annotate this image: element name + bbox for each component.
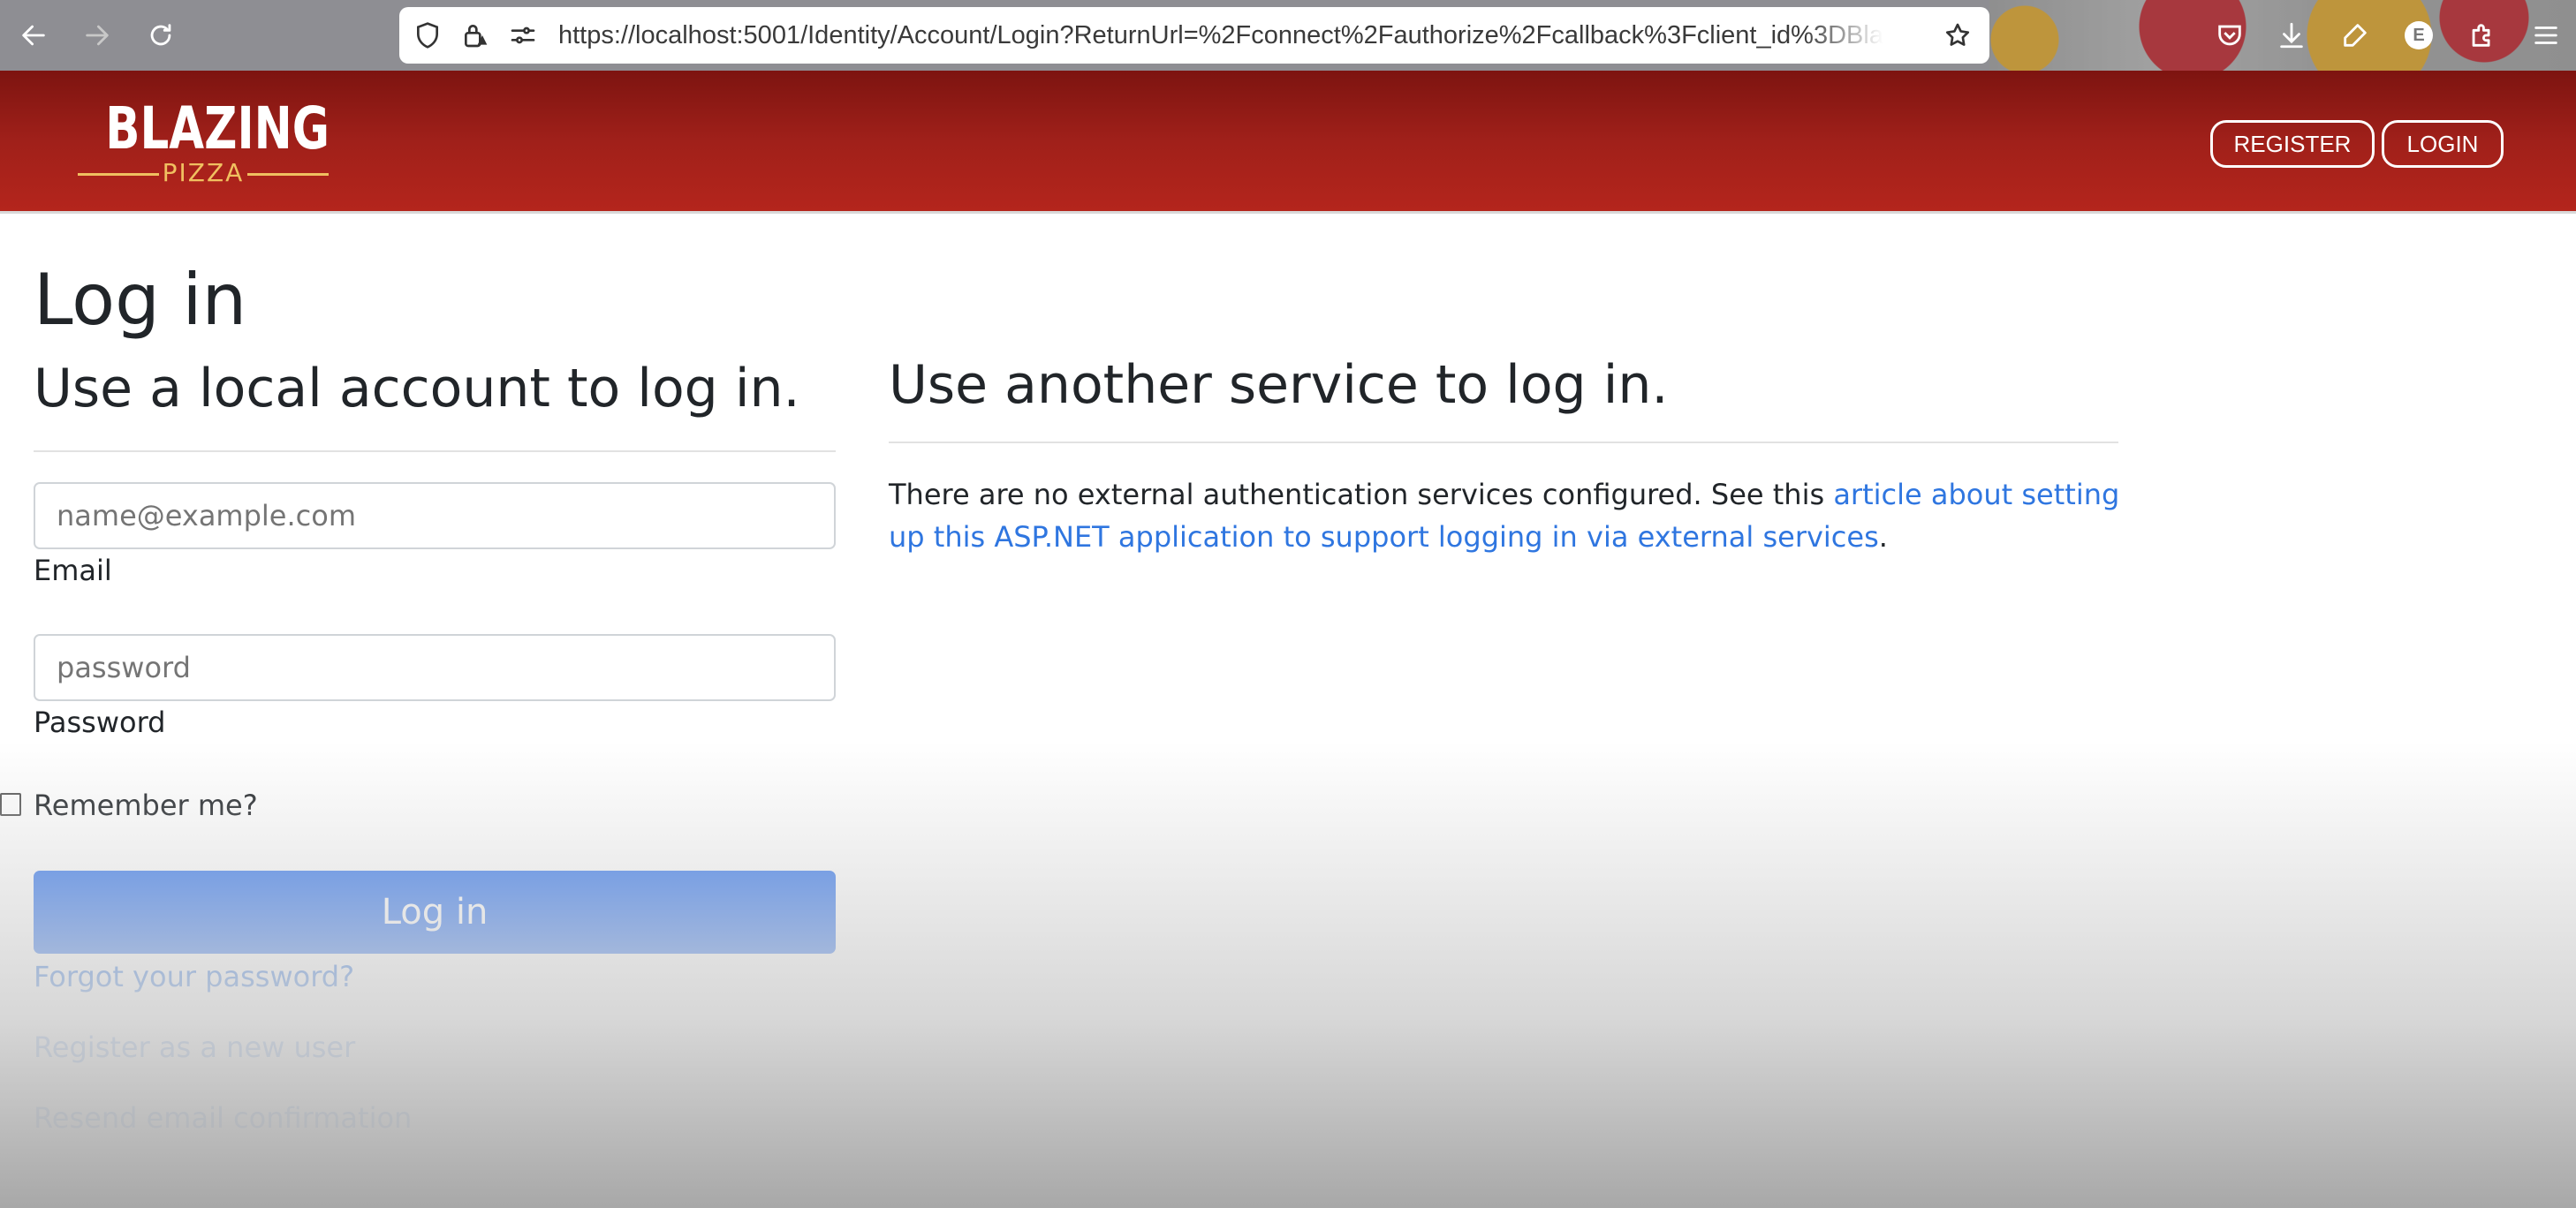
- local-divider: [34, 450, 836, 452]
- browser-toolbar: https://localhost:5001/Identity/Account/…: [0, 0, 2576, 71]
- password-input[interactable]: [34, 634, 836, 701]
- tools-icon[interactable]: [2336, 16, 2375, 55]
- resend-confirmation-link[interactable]: Resend email confirmation: [34, 1100, 412, 1136]
- back-icon[interactable]: [12, 14, 55, 57]
- email-input[interactable]: [34, 482, 836, 549]
- external-auth-message: There are no external authentication ser…: [889, 473, 2134, 558]
- bookmark-star-icon[interactable]: [1942, 19, 1974, 51]
- menu-icon[interactable]: [2527, 16, 2565, 55]
- register-button[interactable]: REGISTER: [2210, 120, 2375, 168]
- external-auth-text-end: .: [1878, 520, 1888, 554]
- logo-main-text: BLAZING: [105, 94, 330, 162]
- remember-me-checkbox[interactable]: [0, 793, 21, 816]
- lock-warning-icon[interactable]: [459, 19, 491, 51]
- local-account-heading: Use a local account to log in.: [34, 358, 800, 419]
- email-label: Email: [34, 554, 112, 587]
- profile-avatar: E: [2405, 21, 2433, 49]
- log-in-button[interactable]: Log in: [34, 871, 836, 954]
- pocket-icon[interactable]: [2210, 16, 2249, 55]
- url-text[interactable]: https://localhost:5001/Identity/Account/…: [558, 7, 1883, 64]
- site-settings-icon[interactable]: [507, 19, 539, 51]
- shield-icon[interactable]: [412, 19, 443, 51]
- forward-icon[interactable]: [76, 14, 118, 57]
- logo-rule-right: [247, 173, 329, 176]
- download-icon[interactable]: [2272, 16, 2311, 55]
- page-bottom-shading: [0, 742, 2576, 1208]
- page-title: Log in: [34, 259, 247, 341]
- login-button[interactable]: LOGIN: [2382, 120, 2504, 168]
- remember-me-label[interactable]: Remember me?: [34, 788, 258, 823]
- external-divider: [889, 442, 2118, 443]
- external-service-heading: Use another service to log in.: [889, 354, 1669, 416]
- profile-icon[interactable]: E: [2399, 16, 2438, 55]
- extensions-icon[interactable]: [2463, 16, 2502, 55]
- blazing-pizza-logo[interactable]: BLAZING PIZZA: [78, 94, 330, 193]
- address-bar[interactable]: https://localhost:5001/Identity/Account/…: [399, 7, 1989, 64]
- reload-icon[interactable]: [140, 14, 182, 57]
- password-label: Password: [34, 706, 166, 739]
- forgot-password-link[interactable]: Forgot your password?: [34, 959, 354, 994]
- site-header: BLAZING PIZZA REGISTER LOGIN: [0, 71, 2576, 214]
- external-auth-text: There are no external authentication ser…: [889, 478, 1834, 511]
- register-new-user-link[interactable]: Register as a new user: [34, 1030, 355, 1065]
